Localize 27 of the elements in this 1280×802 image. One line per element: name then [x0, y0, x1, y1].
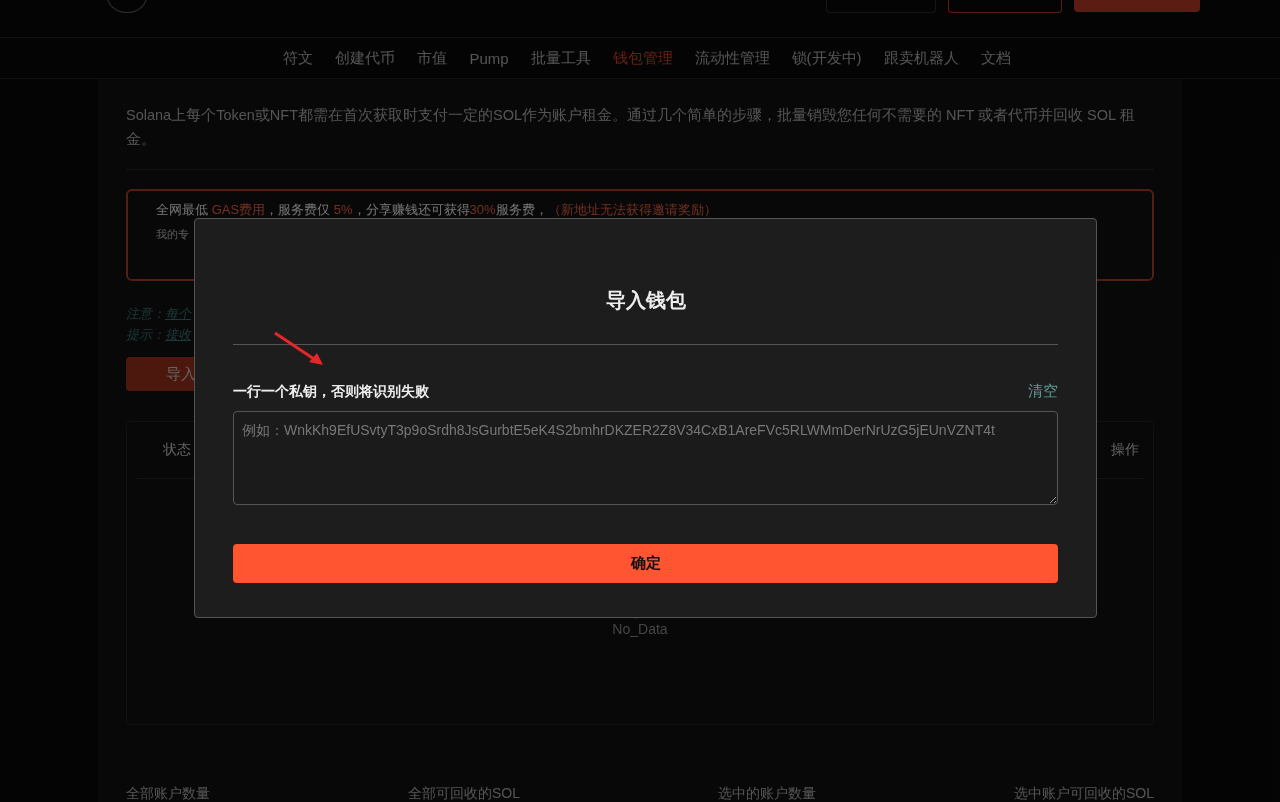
nav-tab[interactable]: 批量工具: [530, 48, 591, 68]
column-header: 状态: [163, 441, 191, 459]
stat-label: 选中的账户数量: [718, 785, 816, 802]
confirm-button[interactable]: 确定: [233, 544, 1058, 583]
field-label: 一行一个私钥，否则将识别失败: [233, 382, 429, 401]
nav-tab[interactable]: 钱包管理: [612, 48, 673, 68]
promo-text: 全网最低 GAS费用，服务费仅 5%，分享赚钱还可获得30%服务费，（新地址无法获得邀请奖励）: [156, 201, 718, 219]
nav-tab[interactable]: 创建代币: [335, 48, 396, 68]
clear-link[interactable]: 清空: [1028, 382, 1058, 401]
arrow-icon: [273, 331, 325, 367]
promo-text: 我的专: [156, 227, 190, 242]
nav-tab[interactable]: 符文: [283, 48, 314, 68]
nav-tab[interactable]: Pump: [469, 49, 509, 67]
nav-tab[interactable]: 市值: [417, 48, 448, 68]
dialog-title: 导入钱包: [604, 288, 687, 313]
empty-text: No_Data: [612, 621, 668, 637]
nav-tab[interactable]: 锁(开发中): [791, 48, 862, 68]
header-control[interactable]: [1074, 0, 1200, 12]
stat-label: 全部账户数量: [126, 785, 210, 802]
private-key-field[interactable]: 例如：WnkKh9EfUSvtyT3p9oSrdh8JsGurbtE5eK4S2bmhrDKZER2Z8V34CxB1AreFVc5RLWMmDerNrUzG5jEUnVZNT4t: [233, 411, 1058, 505]
column-header: 操作: [1111, 441, 1139, 459]
nav-tab[interactable]: 文档: [980, 48, 1011, 68]
nav-tab[interactable]: 流动性管理: [694, 48, 770, 68]
header-control[interactable]: [948, 0, 1062, 13]
nav-tab[interactable]: 跟卖机器人: [883, 48, 959, 68]
stat-label: 选中账户可回收的SOL: [1013, 785, 1154, 802]
stat-label: 全部可回收的SOL: [408, 785, 520, 802]
